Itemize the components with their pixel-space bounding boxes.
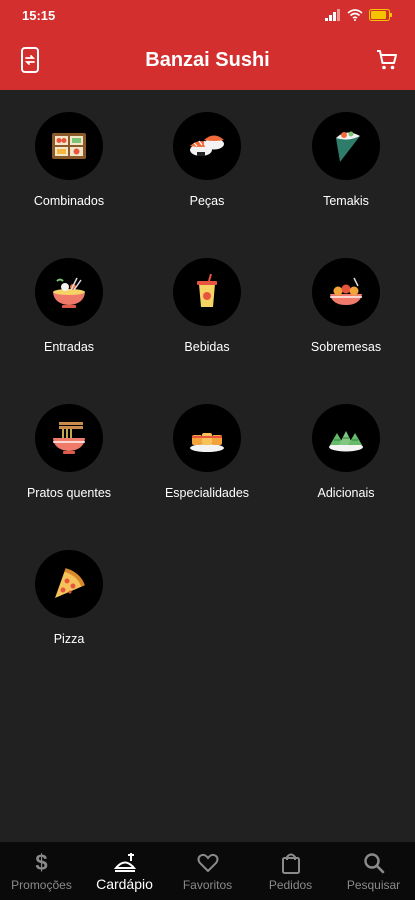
shopping-bag-icon	[249, 850, 332, 876]
soup-bowl-icon	[35, 258, 103, 326]
category-label: Temakis	[323, 194, 369, 208]
category-bebidas[interactable]: Bebidas	[138, 236, 276, 376]
cart-button[interactable]	[373, 46, 401, 74]
bottom-navigation: $ Promoções Cardápio Favoritos Pedidos P…	[0, 842, 415, 900]
bento-box-icon	[35, 112, 103, 180]
noodle-bowl-icon	[35, 404, 103, 472]
category-especialidades[interactable]: Especialidades	[138, 382, 276, 522]
nav-label: Favoritos	[182, 878, 233, 892]
pizza-icon	[35, 550, 103, 618]
category-pizza[interactable]: Pizza	[0, 528, 138, 668]
cart-icon	[377, 50, 397, 70]
category-label: Adicionais	[317, 486, 375, 500]
category-label: Peças	[189, 194, 225, 208]
nigiri-icon	[173, 112, 241, 180]
temaki-icon	[312, 112, 380, 180]
category-pratos-quentes[interactable]: Pratos quentes	[0, 382, 138, 522]
rolls-plate-icon	[173, 404, 241, 472]
nav-label: Pesquisar	[346, 878, 401, 892]
menu-content: Combinados Peças Temakis Entradas Bebida…	[0, 90, 415, 842]
search-icon	[332, 850, 415, 876]
category-label: Bebidas	[184, 340, 230, 354]
nav-cardapio[interactable]: Cardápio	[83, 842, 166, 900]
category-pecas[interactable]: Peças	[138, 90, 276, 230]
category-label: Pizza	[53, 632, 85, 646]
nav-promocoes[interactable]: $ Promoções	[0, 842, 83, 900]
app-title: Banzai Sushi	[145, 49, 270, 71]
status-bar: 15:15	[0, 0, 415, 30]
battery-icon	[369, 9, 392, 21]
category-label: Especialidades	[164, 486, 250, 500]
nav-pedidos[interactable]: Pedidos	[249, 842, 332, 900]
dumplings-icon	[312, 404, 380, 472]
category-entradas[interactable]: Entradas	[0, 236, 138, 376]
category-label: Sobremesas	[310, 340, 382, 354]
nav-favoritos[interactable]: Favoritos	[166, 842, 249, 900]
nav-label: Pedidos	[268, 878, 313, 892]
category-label: Combinados	[33, 194, 105, 208]
signal-icon	[325, 9, 340, 21]
menu-food-icon	[83, 850, 166, 876]
category-adicionais[interactable]: Adicionais	[277, 382, 415, 522]
category-sobremesas[interactable]: Sobremesas	[277, 236, 415, 376]
category-combinados[interactable]: Combinados	[0, 90, 138, 230]
status-icons	[325, 9, 393, 21]
nav-label: Cardápio	[96, 876, 153, 892]
heart-icon	[166, 850, 249, 876]
nav-pesquisar[interactable]: Pesquisar	[332, 842, 415, 900]
category-temakis[interactable]: Temakis	[277, 90, 415, 230]
drink-cup-icon	[173, 258, 241, 326]
status-time: 15:15	[22, 8, 56, 23]
dollar-icon: $	[35, 850, 48, 875]
category-label: Entradas	[43, 340, 95, 354]
wifi-icon	[347, 9, 363, 21]
dessert-bowl-icon	[312, 258, 380, 326]
nav-label: Promoções	[11, 878, 72, 892]
category-label: Pratos quentes	[26, 486, 112, 500]
app-bar: Banzai Sushi	[0, 30, 415, 90]
